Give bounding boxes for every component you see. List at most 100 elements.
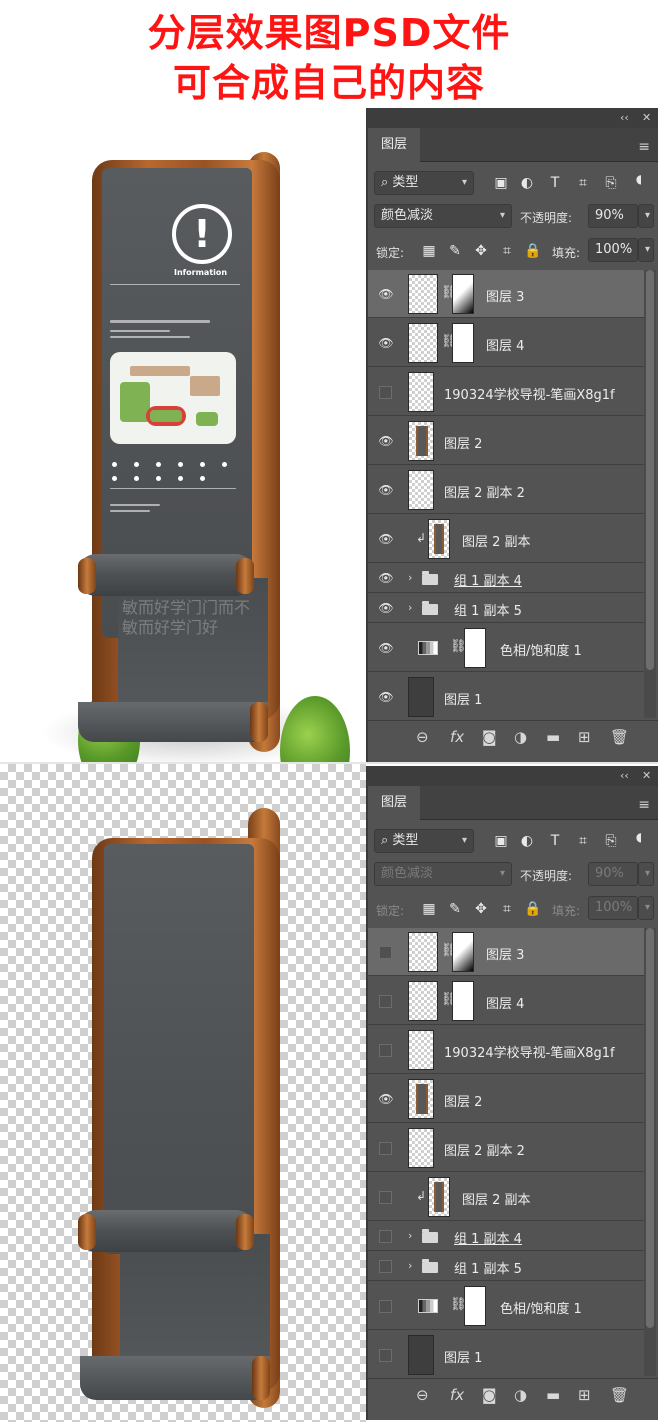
adjustment-icon[interactable]: ◑ — [514, 728, 527, 746]
layer-name[interactable]: 图层 1 — [444, 1347, 482, 1366]
folder-icon[interactable]: ▬ — [546, 1386, 560, 1404]
group-name[interactable]: 组 1 副本 4 — [454, 570, 522, 589]
new-layer-icon[interactable]: ⊞ — [578, 1386, 591, 1404]
visibility-toggle-off[interactable] — [379, 1300, 392, 1313]
lock-position-icon[interactable]: ✥ — [472, 242, 490, 260]
filter-toggle-icon[interactable]: ◖ — [630, 170, 648, 188]
adjustment-layer-row[interactable]: ⛓ 色相/饱和度 1 — [368, 1282, 644, 1330]
visibility-toggle-off[interactable] — [379, 1349, 392, 1362]
layer-group-row[interactable]: › 组 1 副本 5 — [368, 1252, 644, 1281]
layer-row[interactable]: 图层 1 — [368, 1331, 644, 1379]
group-name[interactable]: 组 1 副本 5 — [454, 600, 522, 619]
layer-name[interactable]: 色相/饱和度 1 — [500, 1298, 582, 1317]
layer-mask-thumbnail[interactable] — [464, 628, 486, 668]
group-name[interactable]: 组 1 副本 4 — [454, 1228, 522, 1247]
filter-smartobject-icon[interactable]: ⎘ — [602, 832, 620, 850]
layer-row[interactable]: 190324学校导视-笔画X8g1f — [368, 368, 644, 416]
fx-icon[interactable]: fx — [450, 728, 464, 746]
adjustment-layer-row[interactable]: 👁 ⛓ 色相/饱和度 1 — [368, 624, 644, 672]
visibility-eye-icon[interactable]: 👁 — [378, 571, 394, 585]
layer-row[interactable]: 👁 ⛓ 图层 3 — [368, 270, 644, 318]
chevron-right-icon[interactable]: › — [408, 601, 412, 614]
layer-row[interactable]: 👁 ↲ 图层 2 副本 — [368, 515, 644, 563]
visibility-toggle-off[interactable] — [379, 386, 392, 399]
layer-row[interactable]: 👁 ⛓ 图层 4 — [368, 319, 644, 367]
close-panel-button[interactable]: ✕ — [642, 769, 651, 782]
layer-name[interactable]: 190324学校导视-笔画X8g1f — [444, 384, 615, 403]
new-layer-icon[interactable]: ⊞ — [578, 728, 591, 746]
layer-name[interactable]: 图层 2 副本 2 — [444, 482, 525, 501]
layer-mask-thumbnail[interactable] — [464, 1286, 486, 1326]
layers-scrollbar[interactable] — [644, 270, 656, 718]
blend-mode-select[interactable]: 颜色减淡 ▾ — [374, 204, 512, 228]
visibility-eye-icon[interactable]: 👁 — [378, 641, 394, 655]
link-icon[interactable]: ⊖ — [416, 728, 429, 746]
visibility-eye-icon[interactable]: 👁 — [378, 287, 394, 301]
lock-paint-icon[interactable]: ✎ — [446, 900, 464, 918]
visibility-toggle-off[interactable] — [379, 995, 392, 1008]
lock-paint-icon[interactable]: ✎ — [446, 242, 464, 260]
tab-layers[interactable]: 图层 — [368, 786, 420, 820]
mask-icon[interactable]: ◙ — [482, 728, 497, 746]
layer-row[interactable]: 190324学校导视-笔画X8g1f — [368, 1026, 644, 1074]
filter-pixel-icon[interactable]: ▣ — [492, 174, 510, 192]
layers-scrollbar[interactable] — [644, 928, 656, 1376]
layer-name[interactable]: 图层 4 — [486, 993, 524, 1012]
lock-artboard-icon[interactable]: ⌗ — [498, 242, 516, 260]
layer-name[interactable]: 图层 2 副本 2 — [444, 1140, 525, 1159]
mask-icon[interactable]: ◙ — [482, 1386, 497, 1404]
collapse-panel-button[interactable]: ‹‹ — [620, 769, 629, 782]
chevron-right-icon[interactable]: › — [408, 1229, 412, 1242]
layer-mask-thumbnail[interactable] — [452, 932, 474, 972]
layer-row[interactable]: ↲ 图层 2 副本 — [368, 1173, 644, 1221]
filter-adjustment-icon[interactable]: ◐ — [518, 832, 536, 850]
filter-smartobject-icon[interactable]: ⎘ — [602, 174, 620, 192]
layer-row[interactable]: 👁 图层 1 — [368, 673, 644, 721]
filter-shape-icon[interactable]: ⌗ — [574, 174, 592, 192]
layer-name[interactable]: 图层 3 — [486, 944, 524, 963]
visibility-eye-icon[interactable]: 👁 — [378, 483, 394, 497]
lock-artboard-icon[interactable]: ⌗ — [498, 900, 516, 918]
visibility-eye-icon[interactable]: 👁 — [378, 434, 394, 448]
layer-name[interactable]: 图层 2 副本 — [462, 531, 531, 550]
visibility-eye-icon[interactable]: 👁 — [378, 532, 394, 546]
folder-icon[interactable]: ▬ — [546, 728, 560, 746]
panel-menu-icon[interactable]: ≡ — [638, 797, 650, 813]
layer-row[interactable]: ⛓ 图层 3 — [368, 928, 644, 976]
filter-adjustment-icon[interactable]: ◐ — [518, 174, 536, 192]
layer-name[interactable]: 图层 1 — [444, 689, 482, 708]
collapse-panel-button[interactable]: ‹‹ — [620, 111, 629, 124]
layer-name[interactable]: 图层 2 副本 — [462, 1189, 531, 1208]
layer-row[interactable]: 👁 图层 2 — [368, 417, 644, 465]
close-panel-button[interactable]: ✕ — [642, 111, 651, 124]
fill-input[interactable]: 100% — [588, 238, 638, 262]
fx-icon[interactable]: fx — [450, 1386, 464, 1404]
filter-type-icon[interactable]: T — [546, 832, 564, 850]
layer-row[interactable]: 👁 图层 2 — [368, 1075, 644, 1123]
visibility-toggle-off[interactable] — [379, 1191, 392, 1204]
layer-mask-thumbnail[interactable] — [452, 323, 474, 363]
layer-row[interactable]: ⛓ 图层 4 — [368, 977, 644, 1025]
lock-transparent-icon[interactable]: ▦ — [420, 900, 438, 918]
layer-group-row[interactable]: 👁 › 组 1 副本 4 — [368, 564, 644, 593]
group-name[interactable]: 组 1 副本 5 — [454, 1258, 522, 1277]
lock-transparent-icon[interactable]: ▦ — [420, 242, 438, 260]
layer-name[interactable]: 图层 2 — [444, 1091, 482, 1110]
filter-kind-select[interactable]: ⌕ 类型 ▾ — [374, 829, 474, 853]
link-icon[interactable]: ⊖ — [416, 1386, 429, 1404]
lock-all-icon[interactable]: 🔒 — [524, 900, 542, 918]
layer-group-row[interactable]: › 组 1 副本 4 — [368, 1222, 644, 1251]
panel-menu-icon[interactable]: ≡ — [638, 139, 650, 155]
visibility-toggle-off[interactable] — [379, 1142, 392, 1155]
opacity-dropdown[interactable]: ▾ — [638, 204, 654, 228]
layer-name[interactable]: 图层 2 — [444, 433, 482, 452]
visibility-toggle-off[interactable] — [379, 1044, 392, 1057]
visibility-eye-icon[interactable]: 👁 — [378, 336, 394, 350]
chevron-right-icon[interactable]: › — [408, 1259, 412, 1272]
visibility-eye-icon[interactable]: 👁 — [378, 690, 394, 704]
filter-kind-select[interactable]: ⌕ 类型 ▾ — [374, 171, 474, 195]
adjustment-icon[interactable]: ◑ — [514, 1386, 527, 1404]
filter-toggle-icon[interactable]: ◖ — [630, 828, 648, 846]
layer-row[interactable]: 图层 2 副本 2 — [368, 1124, 644, 1172]
visibility-eye-icon[interactable]: 👁 — [378, 601, 394, 615]
